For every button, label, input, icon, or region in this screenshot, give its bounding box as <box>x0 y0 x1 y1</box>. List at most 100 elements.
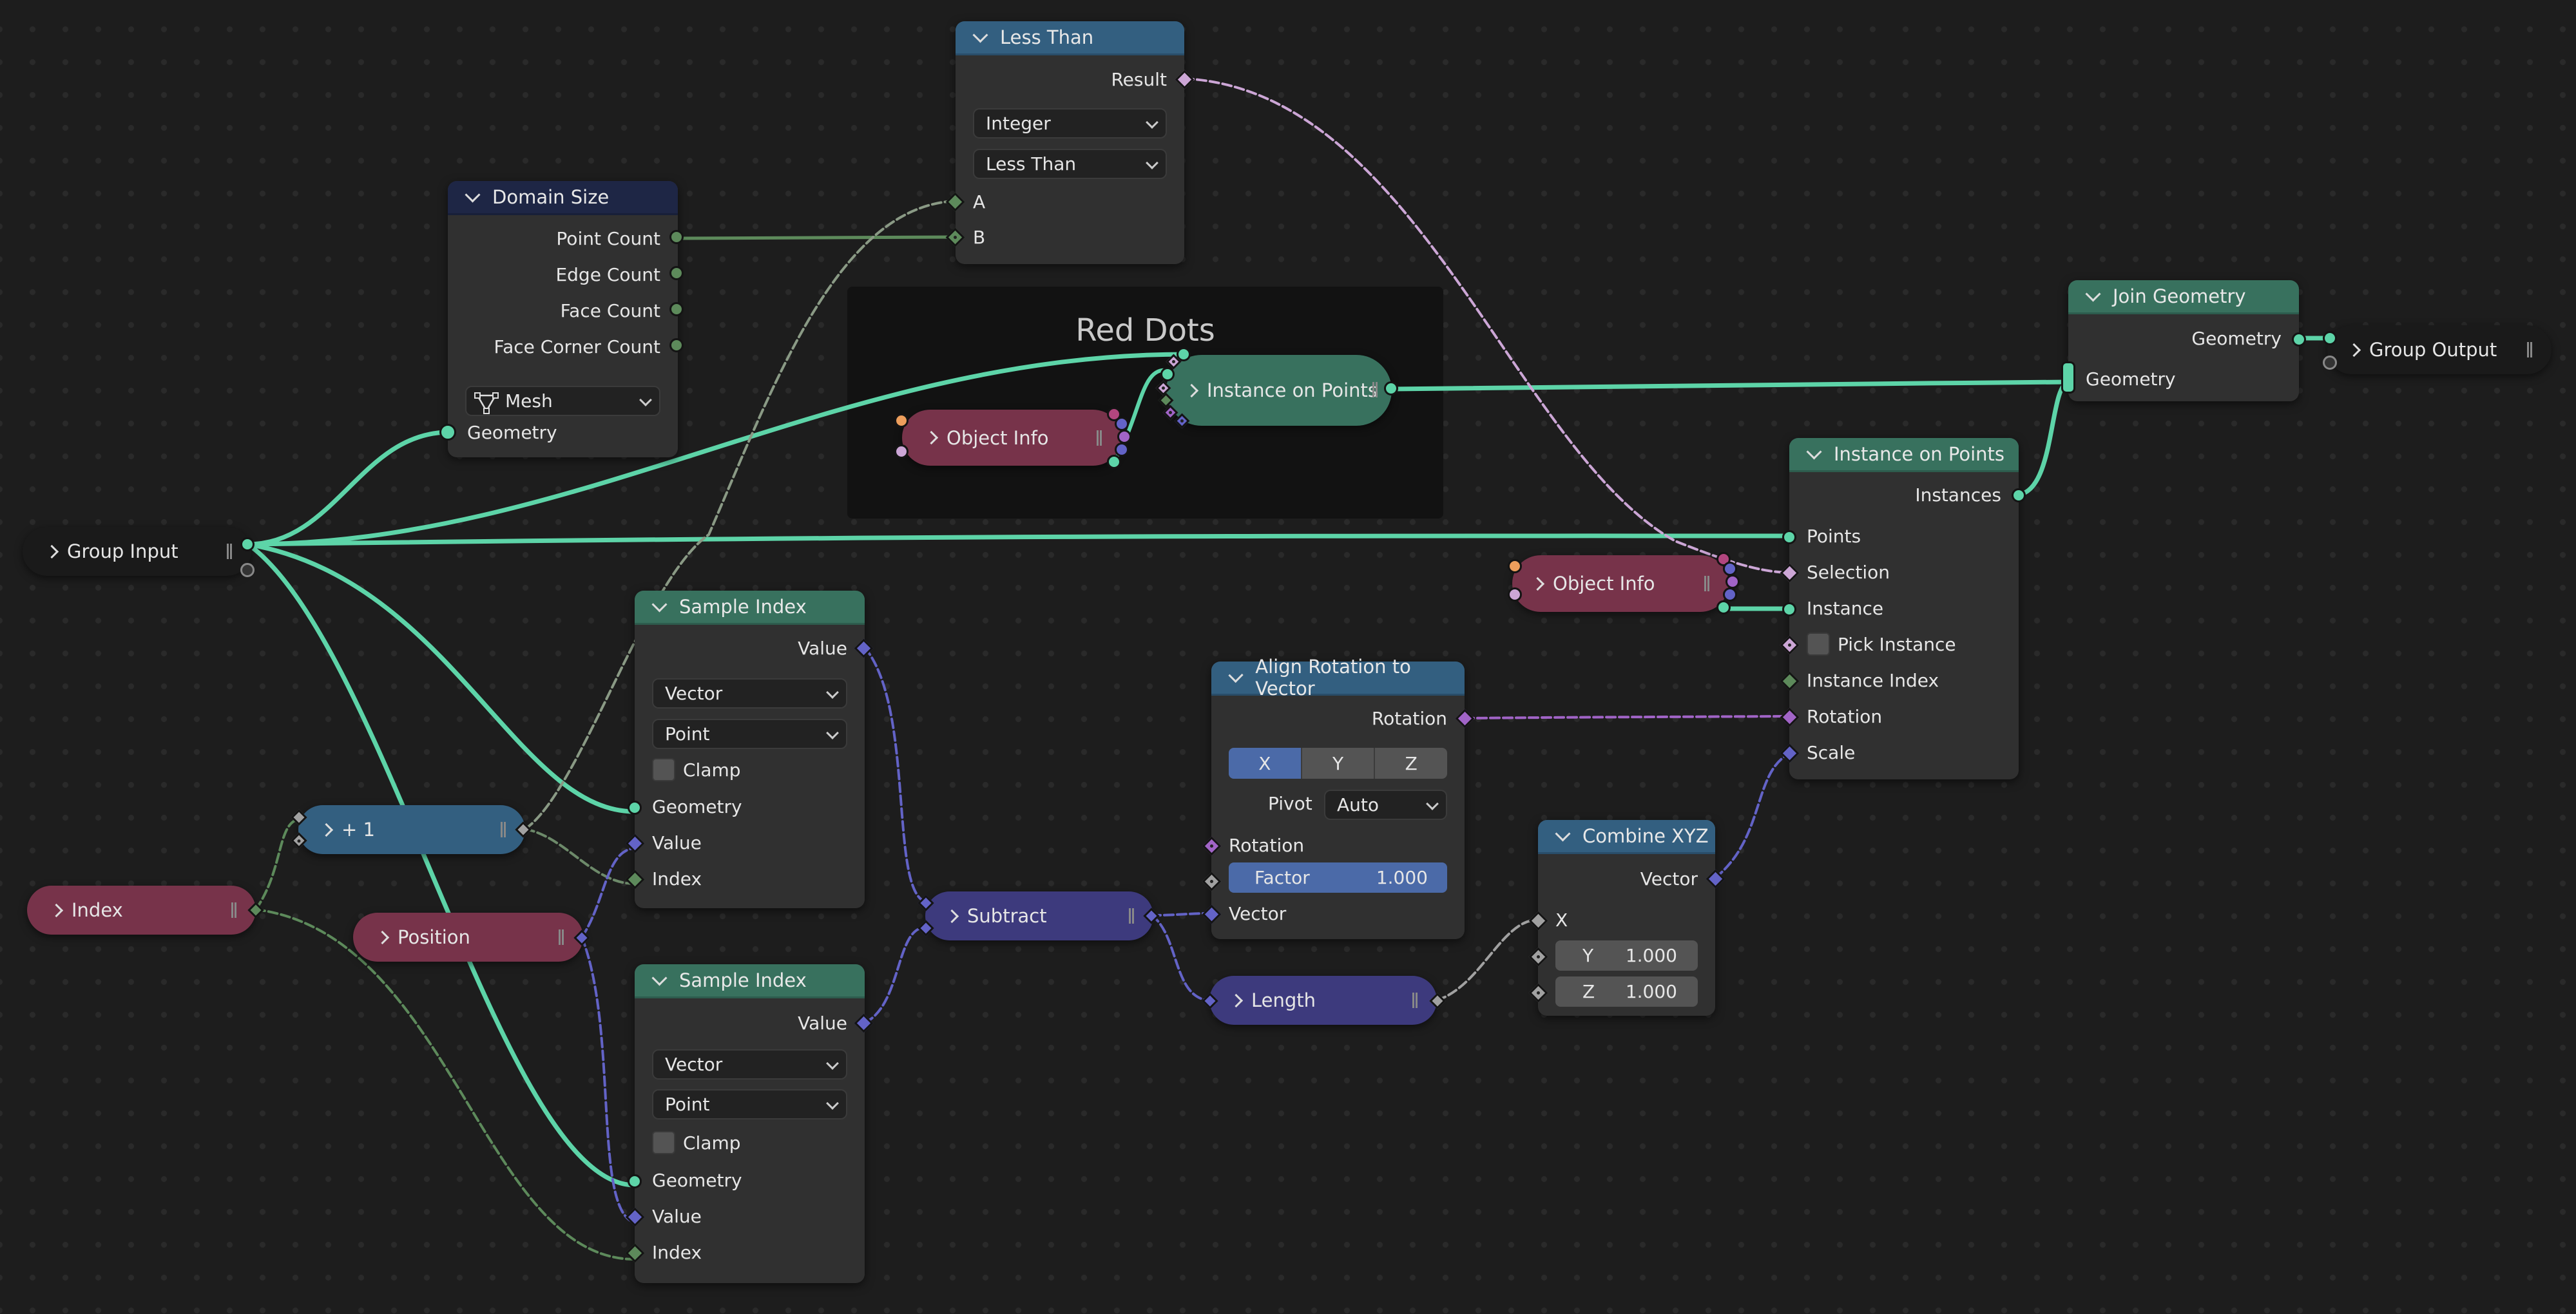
socket-geometry[interactable] <box>628 801 642 815</box>
node-join-geometry[interactable]: Join Geometry Geometry Geometry <box>2061 280 2306 401</box>
socket-points[interactable] <box>1782 530 1796 544</box>
grip-icon[interactable] <box>231 902 236 918</box>
expand-chevron-icon[interactable] <box>375 930 390 944</box>
node-subtract[interactable]: Subtract <box>925 891 1153 940</box>
socket-geometry[interactable] <box>1107 455 1121 469</box>
node-instance-on-points[interactable]: Instance on Points Instances Points Sele… <box>1780 438 2026 779</box>
node-header[interactable]: Combine XYZ <box>1538 820 1715 854</box>
node-object-info[interactable]: Object Info <box>1512 555 1729 612</box>
collapse-chevron-icon[interactable] <box>1555 825 1571 842</box>
clamp-checkbox[interactable] <box>652 758 675 781</box>
expand-chevron-icon[interactable] <box>945 909 959 923</box>
component-dropdown[interactable]: Mesh <box>465 386 660 416</box>
collapse-chevron-icon[interactable] <box>972 26 988 43</box>
axis-selector[interactable]: X Y Z <box>1229 748 1447 779</box>
node-domain-size[interactable]: Domain Size Point Count Edge Count Face … <box>439 181 684 457</box>
expand-chevron-icon[interactable] <box>319 823 334 837</box>
node-length[interactable]: Length <box>1209 976 1437 1025</box>
socket-scale[interactable] <box>1723 587 1737 602</box>
pick-instance-checkbox[interactable] <box>1807 633 1830 656</box>
socket-object[interactable] <box>1508 559 1522 573</box>
node-sample-index-2[interactable]: Sample Index Value Vector Point Clamp Ge… <box>625 964 874 1283</box>
expand-chevron-icon[interactable] <box>1184 383 1199 397</box>
grip-icon[interactable] <box>1412 993 1418 1008</box>
socket-geometry-out[interactable] <box>2292 332 2306 347</box>
socket-geometry[interactable] <box>1716 600 1731 614</box>
collapse-chevron-icon[interactable] <box>1806 443 1822 460</box>
socket-instance[interactable] <box>1782 602 1796 616</box>
socket-object[interactable] <box>894 414 908 428</box>
socket-point-count[interactable] <box>669 230 684 244</box>
node-instance-on-points-collapsed[interactable]: Instance on Points <box>1166 355 1392 426</box>
socket-instances[interactable] <box>2012 488 2026 502</box>
data-type-dropdown[interactable]: Integer <box>973 108 1167 138</box>
node-header[interactable]: Instance on Points <box>1789 438 2019 472</box>
expand-chevron-icon[interactable] <box>49 903 64 917</box>
grip-icon[interactable] <box>1097 430 1102 446</box>
node-group-output[interactable]: Group Output <box>2327 325 2552 374</box>
socket-location[interactable] <box>1115 417 1129 431</box>
socket-location[interactable] <box>1723 562 1737 576</box>
socket-geometry[interactable] <box>628 1174 642 1188</box>
collapse-chevron-icon[interactable] <box>651 969 668 986</box>
axis-y-button[interactable]: Y <box>1300 748 1374 779</box>
z-field[interactable]: Z 1.000 <box>1555 976 1698 1007</box>
node-less-than[interactable]: Less Than Result Integer Less Than A B <box>945 21 1195 264</box>
axis-x-button[interactable]: X <box>1229 748 1301 779</box>
data-type-dropdown[interactable]: Vector <box>652 1049 847 1080</box>
socket-instance[interactable] <box>1160 367 1175 381</box>
node-align-rotation-to-vector[interactable]: Align Rotation to Vector Rotation X Y Z … <box>1202 656 1475 939</box>
node-header[interactable]: Sample Index <box>635 591 865 625</box>
pivot-dropdown[interactable]: Auto <box>1324 790 1447 820</box>
group-input-empty-socket[interactable] <box>240 563 255 577</box>
expand-chevron-icon[interactable] <box>1229 993 1244 1007</box>
collapse-chevron-icon[interactable] <box>651 596 668 613</box>
grip-icon[interactable] <box>1129 908 1134 924</box>
socket-as-instance[interactable] <box>1508 587 1522 602</box>
grip-icon[interactable] <box>559 929 564 945</box>
grip-icon[interactable] <box>1372 382 1378 397</box>
collapse-chevron-icon[interactable] <box>2085 285 2101 302</box>
grip-icon[interactable] <box>227 544 232 559</box>
group-output-empty-socket[interactable] <box>2323 356 2337 370</box>
operation-dropdown[interactable]: Less Than <box>973 149 1167 179</box>
node-header[interactable]: Align Rotation to Vector <box>1211 656 1465 700</box>
y-field[interactable]: Y 1.000 <box>1555 940 1698 971</box>
node-combine-xyz[interactable]: Combine XYZ Vector X Y 1.000 Z 1.000 <box>1528 820 1725 1016</box>
expand-chevron-icon[interactable] <box>1530 576 1545 591</box>
axis-z-button[interactable]: Z <box>1374 748 1447 779</box>
socket-geometry[interactable] <box>439 424 456 441</box>
node-object-info-framed[interactable]: Object Info <box>902 410 1121 466</box>
socket-instances[interactable] <box>1384 381 1398 395</box>
clamp-checkbox[interactable] <box>652 1131 675 1154</box>
socket-edge-count[interactable] <box>669 266 684 280</box>
socket-rotation[interactable] <box>1117 430 1131 444</box>
socket-rotation[interactable] <box>1725 575 1740 589</box>
node-group-input[interactable]: Group Input <box>23 527 251 576</box>
data-type-dropdown[interactable]: Vector <box>652 678 847 709</box>
node-plus-one[interactable]: + 1 <box>298 805 525 854</box>
group-input-geometry-socket[interactable] <box>240 537 255 551</box>
node-header[interactable]: Less Than <box>956 21 1184 55</box>
factor-field[interactable]: Factor 1.000 <box>1229 862 1447 893</box>
node-position[interactable]: Position <box>353 913 583 962</box>
expand-chevron-icon[interactable] <box>924 430 939 445</box>
socket-as-instance[interactable] <box>894 444 908 459</box>
node-sample-index-1[interactable]: Sample Index Value Vector Point Clamp Ge… <box>625 591 874 908</box>
collapse-chevron-icon[interactable] <box>465 186 481 203</box>
grip-icon[interactable] <box>501 822 506 837</box>
node-header[interactable]: Domain Size <box>448 181 678 215</box>
collapse-chevron-icon[interactable] <box>1228 667 1244 683</box>
node-index[interactable]: Index <box>27 886 256 935</box>
group-output-geometry-socket[interactable] <box>2323 331 2337 345</box>
grip-icon[interactable] <box>1704 576 1709 591</box>
socket-scale[interactable] <box>1115 443 1129 457</box>
grip-icon[interactable] <box>2527 342 2532 357</box>
socket-geometry-multi-input[interactable] <box>2061 361 2075 394</box>
node-header[interactable]: Join Geometry <box>2068 280 2299 314</box>
node-header[interactable]: Sample Index <box>635 964 865 998</box>
socket-face-corner-count[interactable] <box>669 338 684 352</box>
socket-face-count[interactable] <box>669 302 684 316</box>
domain-dropdown[interactable]: Point <box>652 719 847 749</box>
expand-chevron-icon[interactable] <box>44 544 59 558</box>
